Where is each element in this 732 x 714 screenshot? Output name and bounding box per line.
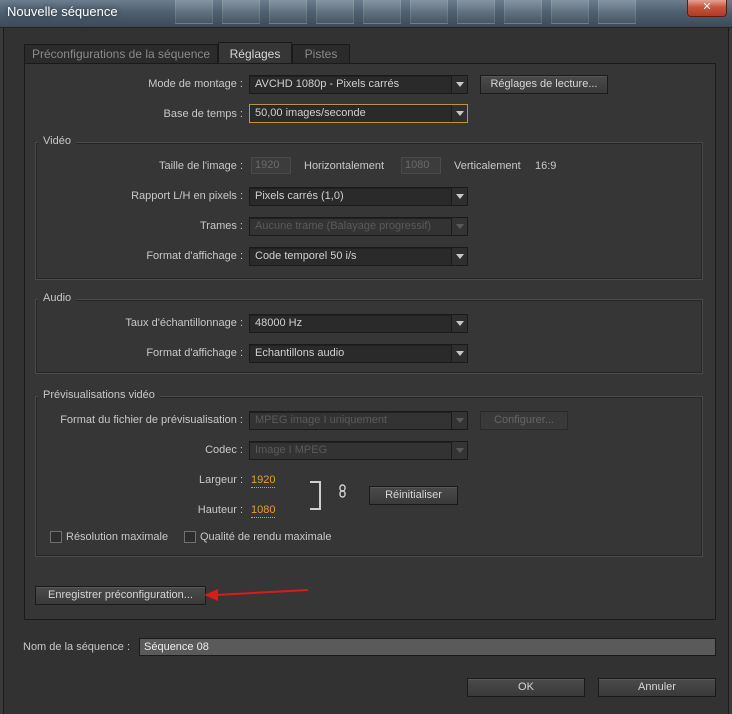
tab-settings-label: Réglages bbox=[229, 47, 281, 61]
fields-label: Trames : bbox=[200, 220, 243, 232]
sample-rate-label: Taux d'échantillonnage : bbox=[125, 317, 243, 329]
tab-tracks-label: Pistes bbox=[304, 47, 338, 61]
glass-pane bbox=[222, 0, 260, 24]
chevron-down-icon bbox=[451, 105, 467, 122]
glass-pane bbox=[363, 0, 401, 24]
glass-pane bbox=[316, 0, 354, 24]
max-resolution-label: Résolution maximale bbox=[66, 531, 169, 543]
preview-file-format-dropdown: MPEG image I uniquement bbox=[249, 411, 468, 430]
codec-value: Image I MPEG bbox=[255, 444, 328, 456]
editing-mode-dropdown[interactable]: AVCHD 1080p - Pixels carrés bbox=[249, 75, 468, 94]
preview-width-label: Largeur : bbox=[198, 474, 243, 486]
preview-width-value[interactable]: 1920 bbox=[251, 474, 276, 488]
editing-mode-value: AVCHD 1080p - Pixels carrés bbox=[255, 78, 400, 90]
codec-label: Codec : bbox=[205, 444, 243, 456]
audio-group-title: Audio bbox=[38, 292, 77, 304]
video-group-title: Vidéo bbox=[38, 135, 76, 147]
reset-button[interactable]: Réinitialiser bbox=[369, 486, 458, 505]
timebase-value: 50,00 images/seconde bbox=[255, 107, 366, 119]
chevron-down-icon bbox=[451, 345, 467, 362]
tab-presets-label: Préconfigurations de la séquence bbox=[31, 47, 211, 61]
frame-height-field: 1080 bbox=[401, 157, 441, 174]
annotation-arrow bbox=[204, 589, 309, 601]
chevron-down-icon bbox=[451, 315, 467, 332]
glass-pane bbox=[598, 0, 636, 24]
video-display-format-value: Code temporel 50 i/s bbox=[255, 250, 357, 262]
glass-pane bbox=[551, 0, 589, 24]
timebase-label: Base de temps : bbox=[163, 108, 244, 120]
fields-dropdown: Aucune trame (Balayage progressif) bbox=[249, 217, 468, 236]
window-title: Nouvelle séquence bbox=[7, 4, 118, 19]
chevron-down-icon bbox=[451, 218, 467, 235]
tab-settings[interactable]: Réglages bbox=[218, 42, 292, 65]
close-button[interactable]: ✕ bbox=[687, 0, 727, 17]
sequence-name-label: Nom de la séquence : bbox=[23, 641, 131, 653]
tab-presets[interactable]: Préconfigurations de la séquence bbox=[24, 44, 218, 64]
preview-group-title: Prévisualisations vidéo bbox=[38, 389, 160, 401]
cancel-button[interactable]: Annuler bbox=[598, 678, 716, 697]
audio-display-format-value: Echantillons audio bbox=[255, 347, 345, 359]
chain-link-icon[interactable] bbox=[338, 484, 348, 498]
chevron-down-icon bbox=[451, 412, 467, 429]
max-quality-checkbox[interactable] bbox=[184, 531, 196, 543]
chevron-down-icon bbox=[451, 248, 467, 265]
chevron-down-icon bbox=[451, 188, 467, 205]
frame-width-field: 1920 bbox=[251, 157, 291, 174]
video-display-format-label: Format d'affichage : bbox=[146, 250, 243, 262]
chevron-down-icon bbox=[451, 442, 467, 459]
tab-tracks[interactable]: Pistes bbox=[292, 44, 350, 64]
playback-settings-button[interactable]: Réglages de lecture... bbox=[480, 75, 608, 94]
max-resolution-checkbox[interactable] bbox=[50, 531, 62, 543]
glass-pane bbox=[269, 0, 307, 24]
glass-pane bbox=[457, 0, 495, 24]
pixel-aspect-dropdown[interactable]: Pixels carrés (1,0) bbox=[249, 187, 468, 206]
close-icon: ✕ bbox=[702, 1, 712, 13]
title-bar: Nouvelle séquence ✕ bbox=[0, 0, 732, 28]
audio-display-format-dropdown[interactable]: Echantillons audio bbox=[249, 344, 468, 363]
save-preset-button[interactable]: Enregistrer préconfiguration... bbox=[35, 586, 206, 605]
glass-pane bbox=[175, 0, 213, 24]
chevron-down-icon bbox=[451, 76, 467, 93]
video-display-format-dropdown[interactable]: Code temporel 50 i/s bbox=[249, 247, 468, 266]
configure-button: Configurer... bbox=[480, 411, 568, 430]
preview-height-value[interactable]: 1080 bbox=[251, 504, 276, 518]
aspect-ratio: 16:9 bbox=[535, 160, 557, 172]
sequence-name-input[interactable]: Séquence 08 bbox=[139, 638, 716, 656]
frame-size-label: Taille de l'image : bbox=[158, 160, 243, 172]
sample-rate-dropdown[interactable]: 48000 Hz bbox=[249, 314, 468, 333]
max-quality-label: Qualité de rendu maximale bbox=[200, 531, 332, 543]
horizontal-label: Horizontalement bbox=[304, 160, 385, 172]
vertical-label: Verticalement bbox=[454, 160, 521, 172]
pixel-aspect-label: Rapport L/H en pixels : bbox=[131, 190, 243, 202]
preview-file-format-label: Format du fichier de prévisualisation : bbox=[60, 414, 243, 426]
editing-mode-label: Mode de montage : bbox=[148, 78, 243, 90]
pixel-aspect-value: Pixels carrés (1,0) bbox=[255, 190, 344, 202]
preview-height-label: Hauteur : bbox=[197, 504, 243, 516]
sample-rate-value: 48000 Hz bbox=[255, 317, 303, 329]
glass-pane bbox=[504, 0, 542, 24]
timebase-dropdown[interactable]: 50,00 images/seconde bbox=[249, 104, 468, 123]
fields-value: Aucune trame (Balayage progressif) bbox=[255, 220, 432, 232]
codec-dropdown: Image I MPEG bbox=[249, 441, 468, 460]
glass-pane bbox=[410, 0, 448, 24]
preview-file-format-value: MPEG image I uniquement bbox=[255, 414, 388, 426]
ok-button[interactable]: OK bbox=[467, 678, 585, 697]
audio-display-format-label: Format d'affichage : bbox=[146, 347, 243, 359]
